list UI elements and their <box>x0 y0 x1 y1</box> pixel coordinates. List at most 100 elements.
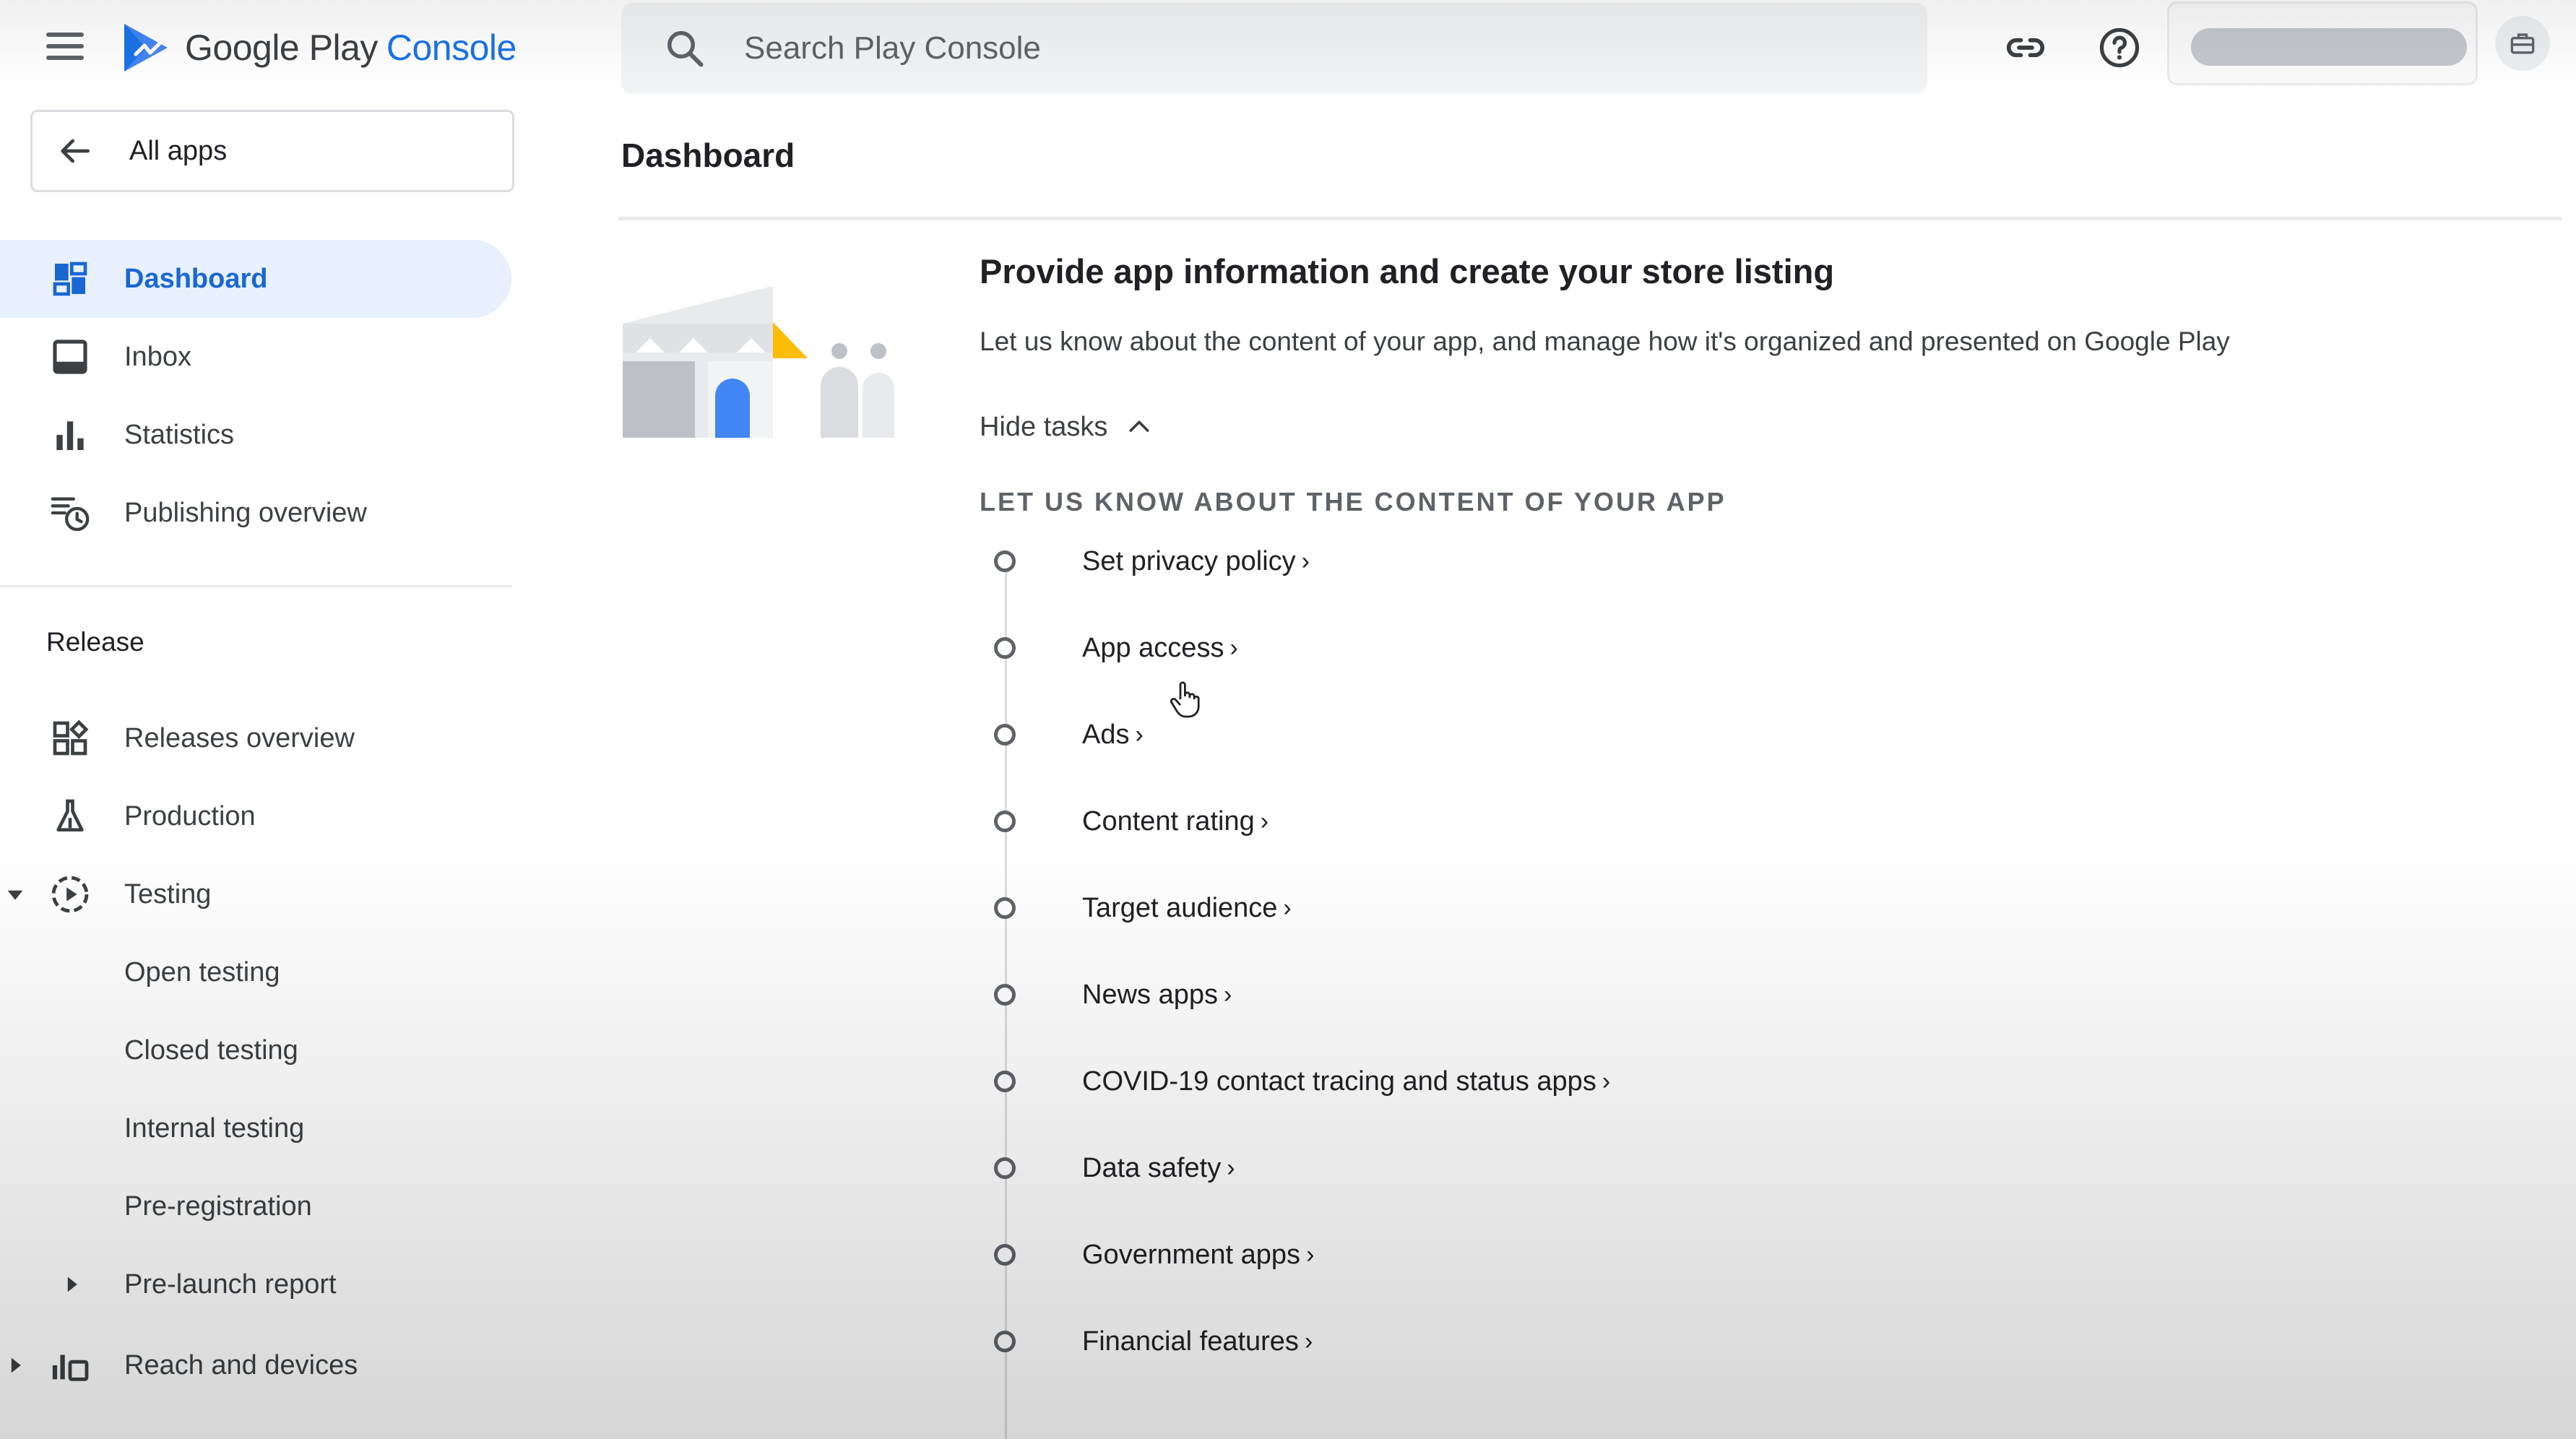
sidebar-item-open-testing[interactable]: Open testing <box>0 936 511 1008</box>
dashboard-icon <box>48 256 92 301</box>
task-item-target-audience[interactable]: Target audience › <box>994 883 1292 933</box>
page-title: Dashboard <box>621 137 795 174</box>
task-status-dot <box>994 897 1016 919</box>
play-logo-icon <box>124 24 168 72</box>
task-label: App access <box>1082 632 1224 663</box>
sidebar-item-label: Closed testing <box>124 1034 298 1066</box>
task-item-financial-features[interactable]: Financial features › <box>994 1316 1313 1367</box>
task-status-dot <box>994 1071 1016 1092</box>
chevron-right-icon: › <box>1283 894 1292 922</box>
sidebar-nav: All apps Dashboard Inbox Statistics Publ… <box>0 94 520 1439</box>
task-status-dot <box>994 984 1016 1006</box>
task-status-dot <box>994 1244 1016 1266</box>
title-divider <box>618 217 2562 220</box>
arrow-back-icon <box>61 139 90 163</box>
sidebar-item-pre-registration[interactable]: Pre-registration <box>0 1170 511 1243</box>
sidebar-item-label: Testing <box>124 878 212 909</box>
store-listing-illustration <box>623 286 894 438</box>
sidebar-item-label: Publishing overview <box>124 497 367 528</box>
card-title: Provide app information and create your … <box>980 252 1835 290</box>
chevron-right-icon: › <box>1229 634 1238 662</box>
sidebar-item-closed-testing[interactable]: Closed testing <box>0 1014 511 1086</box>
task-status-dot <box>994 1157 1016 1179</box>
briefcase-icon[interactable] <box>2495 16 2550 71</box>
chevron-right-icon: › <box>1306 1240 1315 1269</box>
chevron-right-icon: › <box>1304 1327 1313 1355</box>
card-description: Let us know about the content of your ap… <box>980 327 2230 356</box>
chevron-right-icon: › <box>1602 1067 1611 1095</box>
task-item-covid-19-apps[interactable]: COVID-19 contact tracing and status apps… <box>994 1056 1610 1107</box>
chevron-right-icon: › <box>1301 547 1310 575</box>
task-label: Financial features <box>1082 1326 1299 1357</box>
task-item-data-safety[interactable]: Data safety › <box>994 1143 1235 1193</box>
sidebar-item-testing[interactable]: Testing <box>0 855 511 933</box>
sidebar-item-label: Inbox <box>124 341 191 372</box>
inbox-icon <box>48 334 92 379</box>
task-status-dot <box>994 1331 1016 1352</box>
search-icon <box>667 31 704 67</box>
task-label: News apps <box>1082 979 1218 1010</box>
sidebar-item-internal-testing[interactable]: Internal testing <box>0 1092 511 1164</box>
sidebar-item-inbox[interactable]: Inbox <box>0 318 511 396</box>
releases-grid-icon <box>48 716 92 761</box>
task-status-dot <box>994 637 1016 659</box>
logo-text-console: Console <box>386 27 517 68</box>
sidebar-item-label: Releases overview <box>124 722 355 753</box>
task-label: Ads <box>1082 719 1130 750</box>
help-icon[interactable] <box>2093 22 2145 74</box>
task-item-news-apps[interactable]: News apps › <box>994 969 1232 1020</box>
caret-right-icon[interactable] <box>4 1354 26 1376</box>
sidebar-item-production[interactable]: Production <box>0 777 511 855</box>
task-item-app-access[interactable]: App access › <box>994 623 1238 673</box>
chevron-up-icon <box>1129 420 1149 432</box>
hide-tasks-label: Hide tasks <box>980 411 1108 442</box>
sidebar-item-label: Pre-launch report <box>124 1269 337 1300</box>
bar-chart-icon <box>48 412 92 457</box>
task-item-set-privacy-policy[interactable]: Set privacy policy › <box>994 536 1310 587</box>
sidebar-item-publishing-overview[interactable]: Publishing overview <box>0 474 511 552</box>
sidebar-item-releases-overview[interactable]: Releases overview <box>0 699 511 777</box>
task-label: COVID-19 contact tracing and status apps <box>1082 1066 1596 1097</box>
sidebar-item-label: Statistics <box>124 419 235 450</box>
devices-chart-icon <box>48 1343 92 1388</box>
logo-text-google-play: Google Play <box>185 27 378 68</box>
sidebar-item-reach-and-devices[interactable]: Reach and devices <box>0 1326 511 1404</box>
sidebar-item-label: Dashboard <box>124 263 268 294</box>
task-item-ads[interactable]: Ads › <box>994 709 1144 760</box>
all-apps-button[interactable]: All apps <box>30 110 514 192</box>
sidebar-item-dashboard[interactable]: Dashboard <box>0 240 511 318</box>
play-console-logo[interactable]: Google Play Console <box>121 19 517 77</box>
sidebar-item-label: Open testing <box>124 956 280 988</box>
sidebar-item-label: Pre-registration <box>124 1190 312 1222</box>
chevron-right-icon: › <box>1135 720 1144 748</box>
tasks-section-heading: LET US KNOW ABOUT THE CONTENT OF YOUR AP… <box>980 487 1726 517</box>
top-bar: Google Play Console <box>0 0 2576 94</box>
sidebar-item-statistics[interactable]: Statistics <box>0 396 511 474</box>
sidebar-item-label: Production <box>124 800 256 831</box>
task-label: Government apps <box>1082 1239 1301 1270</box>
sidebar-item-pre-launch-report[interactable]: Pre-launch report <box>0 1248 511 1321</box>
publishing-clock-icon <box>48 491 92 535</box>
chevron-right-icon: › <box>1227 1154 1235 1182</box>
account-name-redacted <box>2191 28 2467 66</box>
search-bar[interactable] <box>621 3 1927 94</box>
task-item-content-rating[interactable]: Content rating › <box>994 796 1268 847</box>
play-circle-icon <box>48 872 92 917</box>
all-apps-label: All apps <box>129 135 228 166</box>
task-item-government-apps[interactable]: Government apps › <box>994 1230 1314 1280</box>
task-label: Data safety <box>1082 1152 1222 1183</box>
hand-cursor-icon <box>1170 681 1200 718</box>
caret-down-icon[interactable] <box>4 883 26 905</box>
task-label: Set privacy policy <box>1082 545 1296 576</box>
sidebar-divider <box>0 585 511 587</box>
chevron-right-icon: › <box>1223 980 1232 1008</box>
task-status-dot <box>994 724 1016 746</box>
hide-tasks-toggle[interactable]: Hide tasks <box>980 409 1154 445</box>
task-status-dot <box>994 550 1016 572</box>
account-switcher[interactable] <box>2167 1 2478 85</box>
link-icon[interactable] <box>2000 22 2052 74</box>
hamburger-menu-icon[interactable] <box>46 26 92 66</box>
chevron-right-icon: › <box>1260 807 1269 835</box>
search-input[interactable] <box>744 30 1828 66</box>
caret-right-icon[interactable] <box>61 1274 82 1295</box>
